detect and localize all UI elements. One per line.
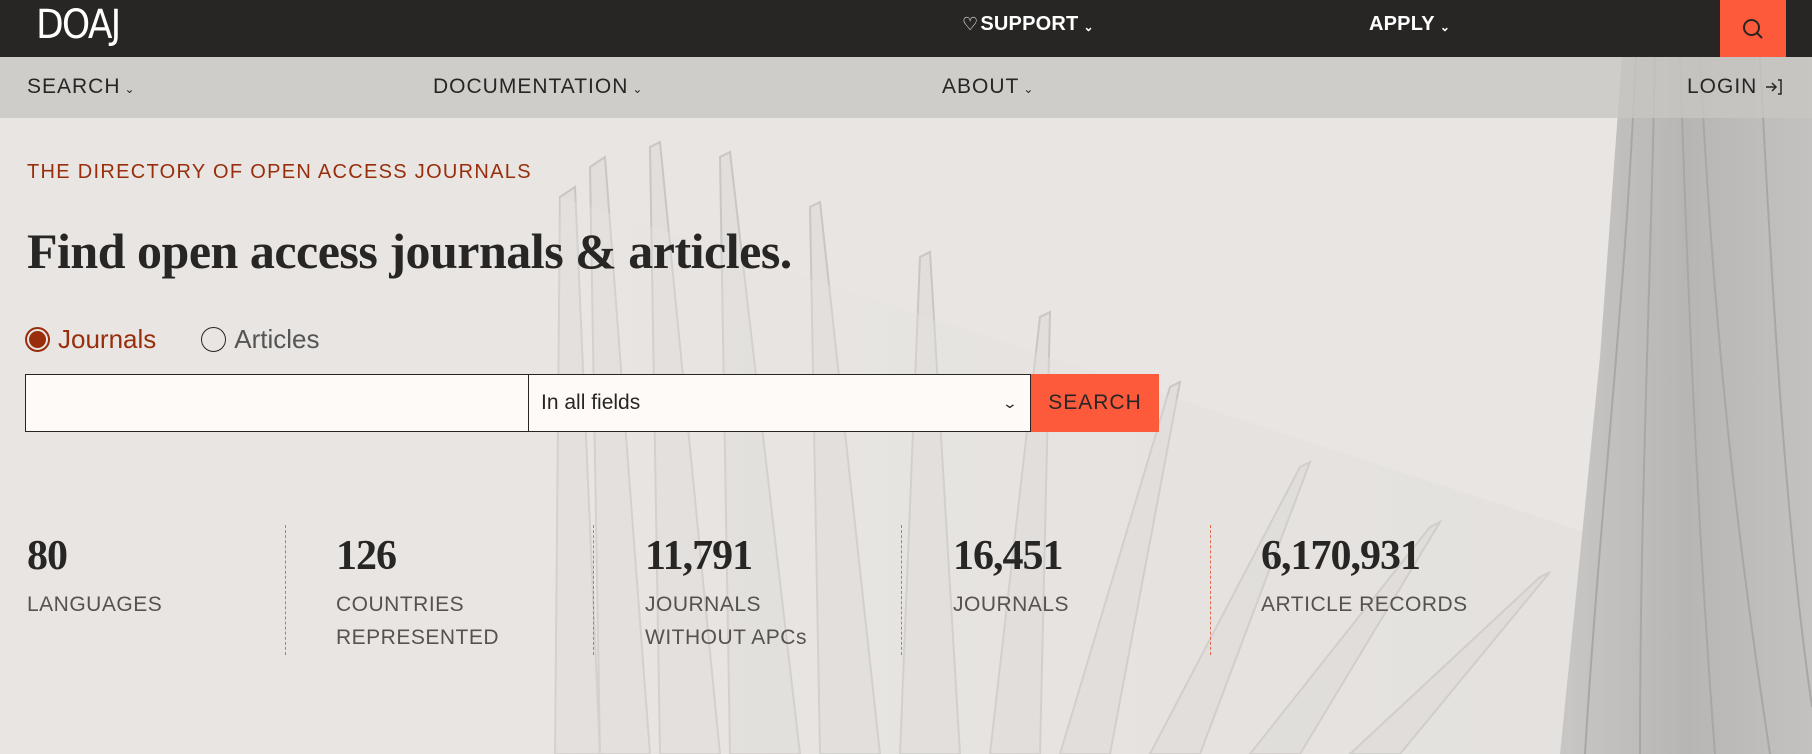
tagline: THE DIRECTORY OF OPEN ACCESS JOURNALS (27, 161, 532, 183)
nav-search[interactable]: SEARCH ⌄ (27, 75, 136, 99)
stat-divider (285, 525, 286, 655)
search-input[interactable] (25, 374, 529, 432)
stat-label: ARTICLE RECORDS (1261, 593, 1468, 616)
apply-label: APPLY (1369, 13, 1435, 35)
support-menu[interactable]: ♡ SUPPORT ⌄ (962, 13, 1094, 36)
stat-label-line: COUNTRIES (336, 593, 465, 616)
radio-articles[interactable]: Articles (201, 324, 320, 355)
chevron-down-icon: ⌄ (1439, 19, 1451, 34)
login-link[interactable]: LOGIN (1687, 75, 1783, 99)
stat-label-line: WITHOUT APCs (645, 626, 807, 649)
radio-button-checked[interactable] (25, 327, 50, 352)
stat-countries: 126 COUNTRIES REPRESENTED (336, 528, 499, 654)
stat-article-records: 6,170,931 ARTICLE RECORDS (1261, 528, 1468, 621)
chevron-down-icon: ⌄ (1023, 82, 1035, 96)
search-button[interactable]: SEARCH (1031, 374, 1159, 432)
stat-languages: 80 LANGUAGES (27, 528, 162, 621)
nav-about-label: ABOUT (942, 75, 1020, 98)
stat-value: 126 (336, 533, 397, 579)
stat-journals-without-apcs: 11,791 JOURNALS WITHOUT APCs (645, 528, 807, 654)
doaj-logo[interactable]: DOAJ (36, 2, 121, 48)
radio-button-unchecked[interactable] (201, 327, 227, 352)
page-title: Find open access journals & articles. (27, 223, 792, 279)
top-bar: DOAJ ♡ SUPPORT ⌄ APPLY ⌄ (0, 0, 1812, 57)
stat-journals: 16,451 JOURNALS (953, 528, 1069, 621)
radio-articles-label: Articles (234, 324, 320, 354)
stat-label: LANGUAGES (27, 593, 163, 616)
chevron-down-icon: ⌄ (124, 82, 136, 96)
main-nav: SEARCH ⌄ DOCUMENTATION ⌄ ABOUT ⌄ LOGIN (0, 57, 1812, 118)
login-arrow-icon (1766, 79, 1783, 95)
heart-icon: ♡ (962, 14, 979, 34)
stat-label-line: REPRESENTED (336, 626, 500, 649)
search-form: In all fields ⌄ SEARCH (25, 374, 1159, 432)
chevron-down-icon: ⌄ (1083, 19, 1094, 34)
chevron-down-icon: ⌄ (1001, 394, 1019, 411)
radio-journals-label: Journals (58, 324, 157, 354)
apply-menu[interactable]: APPLY ⌄ (1369, 13, 1450, 36)
stat-label: JOURNALS WITHOUT APCs (645, 588, 807, 654)
stat-divider (593, 525, 594, 655)
nav-search-label: SEARCH (27, 75, 121, 98)
search-type-radios: Journals Articles (25, 324, 320, 355)
search-field-select[interactable]: In all fields ⌄ (529, 374, 1031, 432)
stat-value: 16,451 (953, 533, 1064, 579)
nav-about[interactable]: ABOUT ⌄ (942, 75, 1034, 99)
stat-label-line: JOURNALS (645, 593, 762, 616)
stat-value: 6,170,931 (1261, 533, 1421, 579)
stat-divider (901, 525, 902, 655)
support-label: SUPPORT (980, 13, 1079, 35)
top-search-button[interactable] (1720, 0, 1786, 57)
stat-value: 11,791 (645, 533, 753, 579)
stat-label: JOURNALS (953, 593, 1070, 616)
search-field-selected: In all fields (541, 391, 641, 414)
nav-documentation-label: DOCUMENTATION (433, 75, 629, 98)
radio-journals[interactable]: Journals (25, 324, 156, 355)
stat-label: COUNTRIES REPRESENTED (336, 588, 499, 654)
stat-value: 80 (27, 533, 68, 579)
chevron-down-icon: ⌄ (632, 82, 644, 96)
login-label: LOGIN (1687, 75, 1758, 98)
stat-divider (1210, 525, 1211, 655)
search-icon (1743, 18, 1763, 39)
nav-documentation[interactable]: DOCUMENTATION ⌄ (433, 75, 643, 99)
